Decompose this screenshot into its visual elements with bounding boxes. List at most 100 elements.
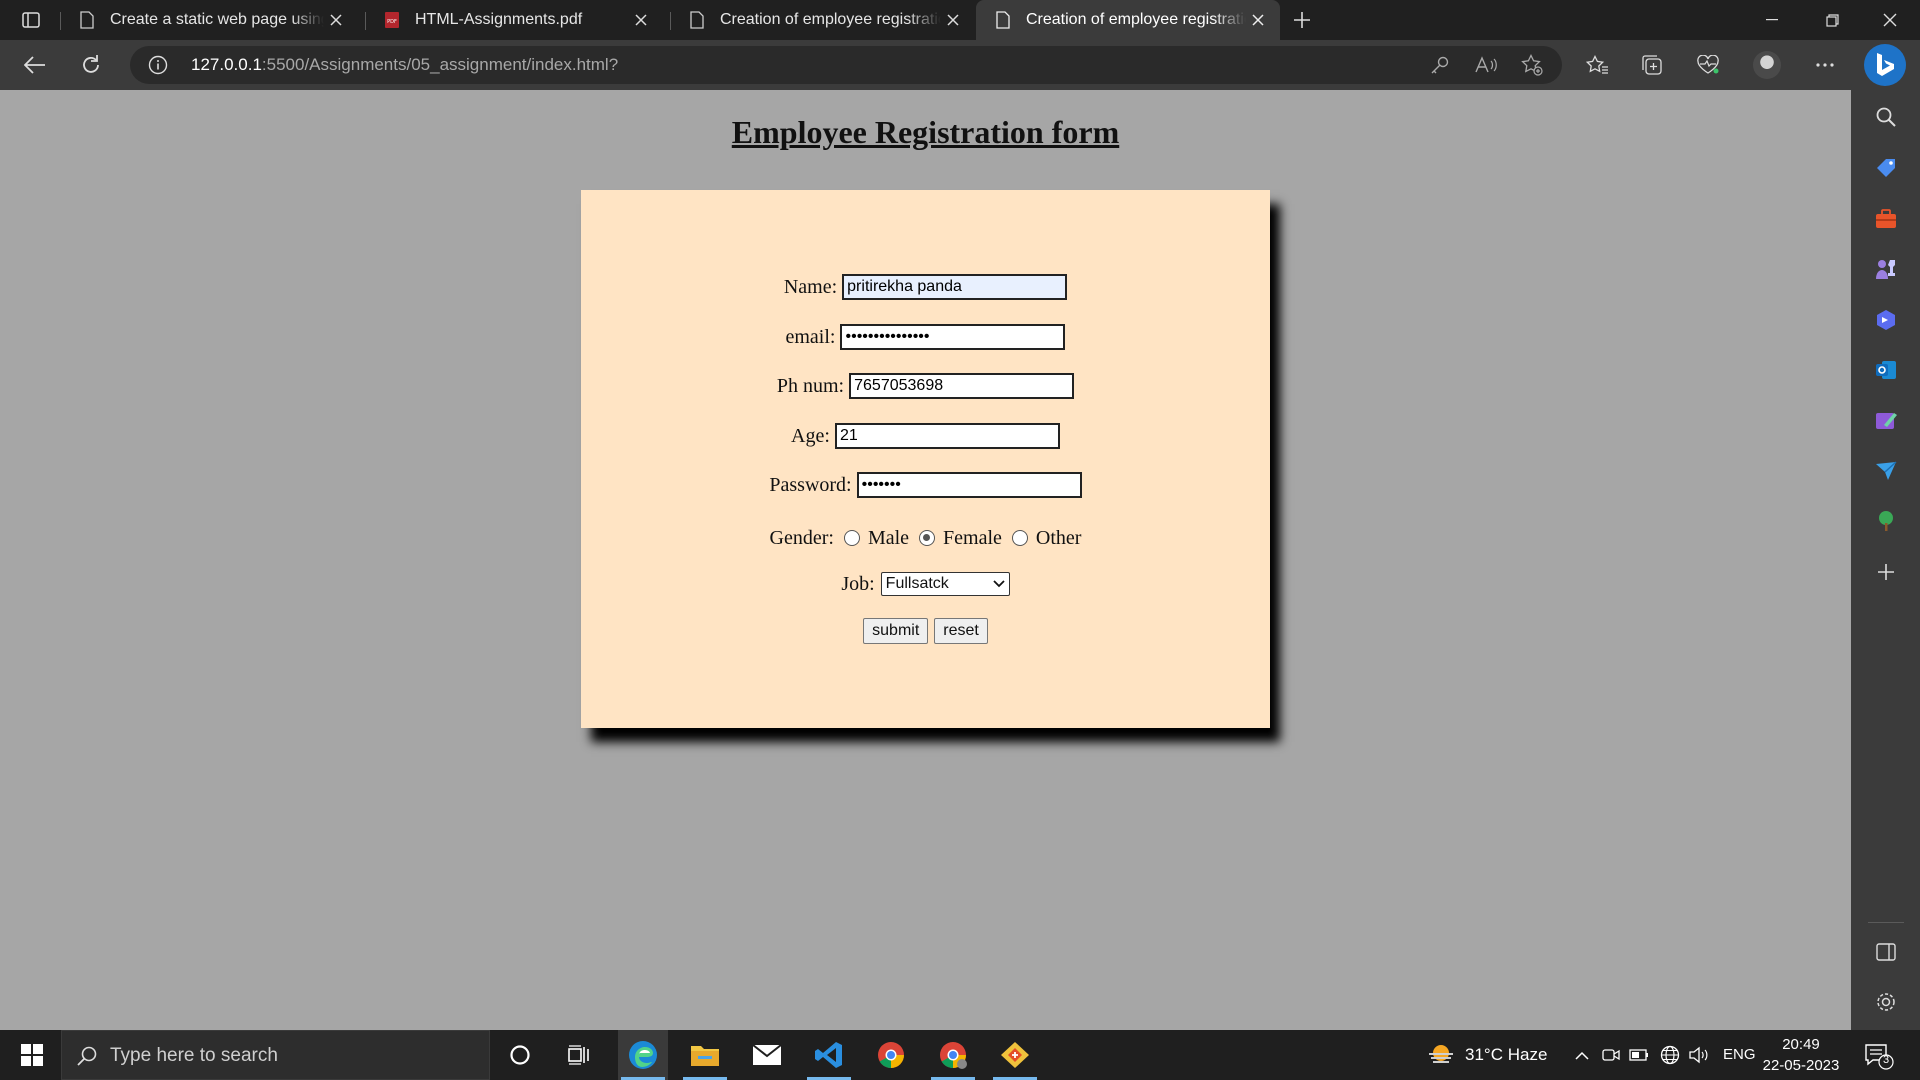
password-label: Password:	[769, 473, 852, 496]
tab-actions-icon[interactable]	[14, 8, 48, 32]
restore-icon[interactable]	[1804, 0, 1860, 40]
mail-icon[interactable]	[742, 1030, 792, 1080]
notification-count: 3	[1882, 1054, 1890, 1066]
gender-male-radio[interactable]	[843, 530, 860, 546]
phone-input[interactable]	[849, 373, 1075, 399]
close-icon[interactable]	[629, 8, 653, 32]
read-aloud-icon[interactable]	[1474, 54, 1498, 76]
tab-3-active[interactable]: Creation of employee registratio	[976, 0, 1280, 40]
tab-title: Create a static web page using ta	[110, 11, 324, 28]
close-icon[interactable]	[324, 8, 348, 32]
tools-briefcase-icon[interactable]	[1873, 206, 1899, 232]
network-globe-icon[interactable]	[1660, 1044, 1680, 1066]
shopping-tag-icon[interactable]	[1873, 155, 1899, 181]
email-input[interactable]	[840, 324, 1066, 350]
tab-0[interactable]: Create a static web page using ta	[60, 0, 358, 40]
windows-taskbar: Type here to search 31°C Haze ENG 20:49 …	[0, 1030, 1920, 1080]
url-host: 127.0.0.1	[191, 55, 262, 74]
edge-taskbar-icon[interactable]	[618, 1030, 668, 1080]
add-favorite-icon[interactable]	[1520, 54, 1544, 76]
vscode-icon[interactable]	[804, 1030, 854, 1080]
tree-icon[interactable]	[1873, 508, 1899, 534]
weather-text[interactable]: 31°C Haze	[1465, 1045, 1547, 1065]
refresh-icon[interactable]	[73, 48, 109, 82]
page-icon	[78, 10, 96, 30]
settings-gear-icon[interactable]	[1873, 989, 1899, 1015]
git-gui-icon[interactable]	[990, 1030, 1040, 1080]
page-icon	[688, 10, 706, 30]
name-row: Name:	[581, 274, 1270, 300]
key-icon[interactable]	[1428, 54, 1452, 76]
minimize-icon[interactable]	[1744, 0, 1800, 40]
page-title: Employee Registration form	[731, 114, 1120, 150]
age-label: Age:	[791, 424, 830, 447]
pdf-icon: PDF	[383, 10, 401, 30]
games-icon[interactable]	[1873, 256, 1899, 282]
site-info-icon[interactable]	[148, 55, 168, 75]
gender-label: Gender:	[769, 526, 834, 549]
weather-haze-icon[interactable]	[1426, 1044, 1456, 1066]
file-explorer-icon[interactable]	[680, 1030, 730, 1080]
tab-title: Creation of employee registratio	[1026, 11, 1246, 28]
new-tab-button[interactable]	[1288, 6, 1316, 34]
profile-avatar[interactable]	[1753, 51, 1781, 79]
language-indicator[interactable]: ENG	[1723, 1046, 1756, 1063]
close-icon[interactable]	[941, 8, 965, 32]
gender-female-label: Female	[943, 526, 1002, 549]
copilot-icon[interactable]	[1873, 307, 1899, 333]
taskbar-search-input[interactable]: Type here to search	[61, 1030, 490, 1080]
page-content: Employee Registration form Name: email: …	[0, 90, 1851, 1030]
cortana-icon[interactable]	[495, 1030, 545, 1080]
favorites-icon[interactable]	[1580, 48, 1614, 82]
email-label: email:	[785, 325, 836, 348]
browser-toolbar: 127.0.0.1:5500/Assignments/05_assignment…	[0, 40, 1920, 90]
close-icon[interactable]	[1246, 8, 1270, 32]
job-label: Job:	[841, 572, 875, 595]
collections-icon[interactable]	[1635, 48, 1669, 82]
chrome-profile-icon[interactable]	[928, 1030, 978, 1080]
job-selected-value: Fullsatck	[885, 575, 949, 592]
edge-sidebar	[1851, 90, 1920, 1030]
chevron-down-icon	[993, 575, 1005, 593]
bing-chat-icon[interactable]	[1864, 44, 1906, 86]
send-icon[interactable]	[1873, 458, 1899, 484]
name-label: Name:	[783, 275, 838, 298]
chrome-icon[interactable]	[866, 1030, 916, 1080]
address-bar[interactable]: 127.0.0.1:5500/Assignments/05_assignment…	[130, 46, 1562, 84]
windows-start-icon[interactable]	[10, 1030, 54, 1080]
reset-button[interactable]: reset	[934, 618, 988, 644]
tab-1[interactable]: PDF HTML-Assignments.pdf	[365, 0, 663, 40]
tab-2[interactable]: Creation of employee registratio	[670, 0, 975, 40]
back-icon[interactable]	[17, 48, 53, 82]
password-row: Password:	[581, 472, 1270, 498]
job-select[interactable]: Fullsatck	[880, 572, 1010, 596]
battery-icon[interactable]	[1629, 1044, 1649, 1066]
name-input[interactable]	[842, 274, 1068, 300]
browser-essentials-icon[interactable]	[1691, 48, 1725, 82]
url-text[interactable]: 127.0.0.1:5500/Assignments/05_assignment…	[191, 55, 618, 75]
task-view-icon[interactable]	[555, 1030, 605, 1080]
gender-other-radio[interactable]	[1011, 530, 1028, 546]
outlook-icon[interactable]	[1873, 357, 1899, 383]
close-window-icon[interactable]	[1862, 0, 1918, 40]
add-sidebar-app-icon[interactable]	[1873, 559, 1899, 585]
sidebar-separator	[1868, 922, 1904, 923]
gender-other-label: Other	[1035, 526, 1082, 549]
gender-female-radio[interactable]	[919, 530, 936, 546]
meet-now-icon[interactable]	[1601, 1044, 1621, 1066]
hide-sidebar-icon[interactable]	[1873, 939, 1899, 965]
age-row: Age:	[581, 423, 1270, 449]
designer-icon[interactable]	[1873, 408, 1899, 434]
email-row: email:	[581, 324, 1270, 350]
password-input[interactable]	[856, 472, 1082, 498]
age-input[interactable]	[834, 423, 1060, 449]
chevron-up-icon[interactable]	[1572, 1044, 1592, 1066]
tab-strip: Create a static web page using ta PDF HT…	[0, 0, 1920, 40]
svg-text:PDF: PDF	[387, 19, 397, 25]
notification-center-icon[interactable]: 3	[1864, 1042, 1894, 1070]
more-menu-icon[interactable]	[1808, 48, 1842, 82]
volume-icon[interactable]	[1689, 1044, 1709, 1066]
clock[interactable]: 20:49 22-05-2023	[1762, 1034, 1840, 1076]
search-icon[interactable]	[1873, 104, 1899, 130]
submit-button[interactable]: submit	[863, 618, 929, 644]
